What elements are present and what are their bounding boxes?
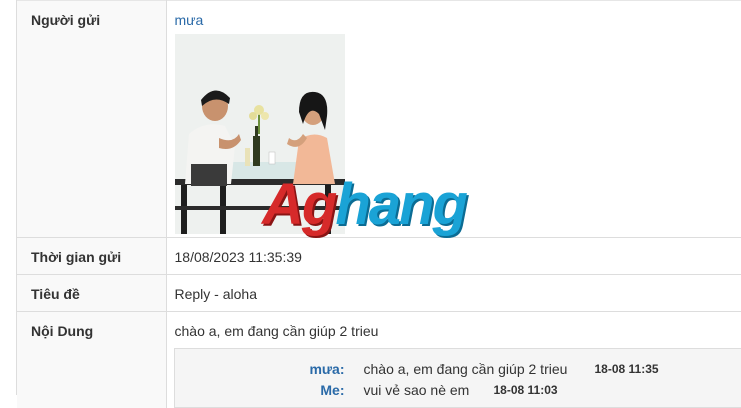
time-row: Thời gian gửi 18/08/2023 11:35:39: [17, 238, 741, 275]
sender-link[interactable]: mưa: [175, 12, 204, 28]
subject-label: Tiêu đề: [17, 275, 166, 312]
time-value: 18/08/2023 11:35:39: [166, 238, 741, 275]
content-row: Nội Dung chào a, em đang cần giúp 2 trie…: [17, 312, 741, 408]
site-watermark-logo: Aghang: [262, 176, 466, 234]
sender-label: Người gửi: [17, 1, 166, 238]
subject-row: Tiêu đề Reply - aloha: [17, 275, 741, 312]
subject-value: Reply - aloha: [166, 275, 741, 312]
chat-text: vui vẻ sao nè em: [364, 382, 470, 398]
chat-text: chào a, em đang cần giúp 2 trieu: [364, 361, 568, 377]
content-label: Nội Dung: [17, 312, 166, 408]
chat-timestamp: 18-08 11:35: [595, 362, 659, 376]
chat-history-box: mưa: chào a, em đang cần giúp 2 trieu 18…: [174, 348, 741, 408]
chat-sender[interactable]: Me:: [175, 382, 345, 398]
content-text: chào a, em đang cần giúp 2 trieu: [175, 323, 741, 339]
time-label: Thời gian gửi: [17, 238, 166, 275]
chat-sender[interactable]: mưa:: [175, 361, 345, 377]
content-cell: chào a, em đang cần giúp 2 trieu mưa: ch…: [166, 312, 741, 408]
